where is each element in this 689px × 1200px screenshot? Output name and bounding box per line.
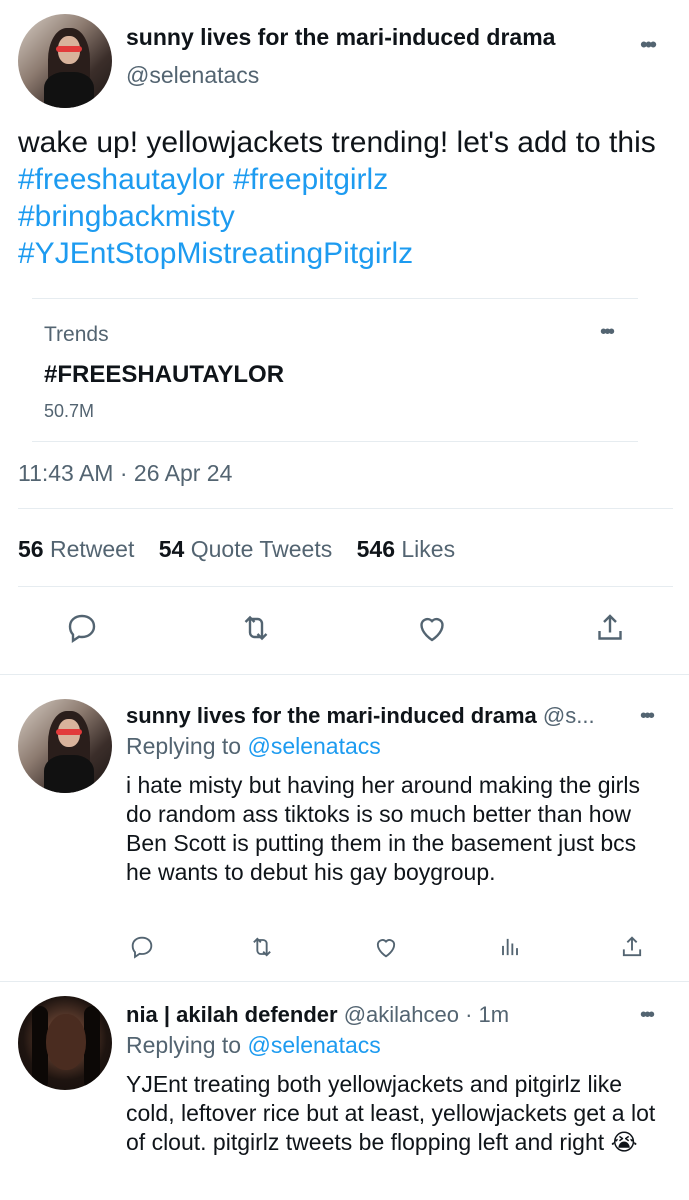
more-dots-icon[interactable]: ••• bbox=[640, 705, 655, 728]
reply-actions bbox=[0, 933, 689, 973]
reply-display-name[interactable]: nia | akilah defender bbox=[126, 1002, 338, 1027]
reply-text: i hate misty but having her around makin… bbox=[126, 772, 640, 885]
hashtag-link[interactable]: #freepitgirlz bbox=[233, 163, 388, 196]
share-icon[interactable] bbox=[618, 933, 658, 973]
replying-to: Replying to @selenatacs bbox=[126, 733, 381, 760]
reply-tweet[interactable]: nia | akilah defender @akilahceo · 1m ••… bbox=[0, 982, 689, 1200]
reply-author-avatar[interactable] bbox=[18, 699, 112, 793]
crying-emoji-icon: 😭 bbox=[610, 1129, 638, 1155]
share-icon[interactable] bbox=[592, 610, 632, 650]
reply-header: sunny lives for the mari-induced drama @… bbox=[126, 703, 595, 729]
retweet-count[interactable]: 56 bbox=[18, 536, 44, 562]
reply-display-name[interactable]: sunny lives for the mari-induced drama bbox=[126, 703, 537, 728]
trend-card[interactable]: Trends #FREESHAUTAYLOR 50.7M ••• bbox=[32, 298, 638, 442]
reply-text: YJEnt treating both yellowjackets and pi… bbox=[126, 1070, 666, 1157]
reply-text-body: YJEnt treating both yellowjackets and pi… bbox=[126, 1071, 656, 1155]
tweet-timestamp[interactable]: 11:43 AM · 26 Apr 24 bbox=[18, 460, 232, 487]
like-label[interactable]: Likes bbox=[401, 536, 455, 562]
like-icon[interactable] bbox=[372, 933, 412, 973]
tweet-actions bbox=[0, 610, 689, 654]
trend-card-tag: #FREESHAUTAYLOR bbox=[44, 361, 285, 388]
hashtag-link[interactable]: #freeshautaylor bbox=[18, 163, 225, 196]
quote-count[interactable]: 54 bbox=[159, 536, 185, 562]
divider bbox=[18, 586, 673, 587]
more-dots-icon[interactable]: ••• bbox=[640, 32, 657, 58]
tweet-text-plain: wake up! yellowjackets trending! let's a… bbox=[18, 126, 656, 159]
hashtag-link[interactable]: #bringbackmisty bbox=[18, 200, 235, 233]
reply-icon[interactable] bbox=[128, 933, 168, 973]
reply-handle[interactable]: @s... bbox=[543, 703, 595, 728]
author-avatar[interactable] bbox=[18, 14, 112, 108]
author-display-name[interactable]: sunny lives for the mari-induced drama bbox=[126, 24, 555, 51]
reply-icon[interactable] bbox=[64, 610, 104, 650]
trend-more-dots-icon[interactable]: ••• bbox=[600, 321, 615, 344]
divider bbox=[18, 508, 673, 509]
trend-card-label: Trends bbox=[44, 323, 109, 346]
retweet-label[interactable]: Retweet bbox=[50, 536, 134, 562]
retweet-icon[interactable] bbox=[238, 610, 278, 650]
hashtag-link[interactable]: #YJEntStopMistreatingPitgirlz bbox=[18, 237, 413, 270]
replying-to-handle[interactable]: @selenatacs bbox=[247, 733, 380, 759]
trend-card-count: 50.7M bbox=[44, 401, 95, 421]
like-count[interactable]: 546 bbox=[357, 536, 395, 562]
reply-author-avatar[interactable] bbox=[18, 996, 112, 1090]
retweet-icon[interactable] bbox=[248, 933, 288, 973]
reply-header: nia | akilah defender @akilahceo · 1m bbox=[126, 1002, 509, 1028]
more-dots-icon[interactable]: ••• bbox=[640, 1004, 655, 1027]
replying-to-label: Replying to bbox=[126, 733, 242, 759]
reply-handle[interactable]: @akilahceo bbox=[344, 1002, 459, 1027]
replying-to-label: Replying to bbox=[126, 1032, 242, 1058]
replying-to: Replying to @selenatacs bbox=[126, 1032, 381, 1059]
like-icon[interactable] bbox=[414, 610, 454, 650]
tweet-stats: 56 Retweet 54 Quote Tweets 546 Likes bbox=[18, 536, 455, 563]
main-tweet: sunny lives for the mari-induced drama @… bbox=[0, 0, 689, 674]
author-handle[interactable]: @selenatacs bbox=[126, 62, 259, 89]
tweet-text: wake up! yellowjackets trending! let's a… bbox=[18, 124, 658, 272]
quote-label[interactable]: Quote Tweets bbox=[191, 536, 333, 562]
analytics-icon[interactable] bbox=[496, 933, 536, 973]
reply-tweet[interactable]: sunny lives for the mari-induced drama @… bbox=[0, 675, 689, 981]
replying-to-handle[interactable]: @selenatacs bbox=[247, 1032, 380, 1058]
reply-time[interactable]: · 1m bbox=[465, 1002, 509, 1027]
